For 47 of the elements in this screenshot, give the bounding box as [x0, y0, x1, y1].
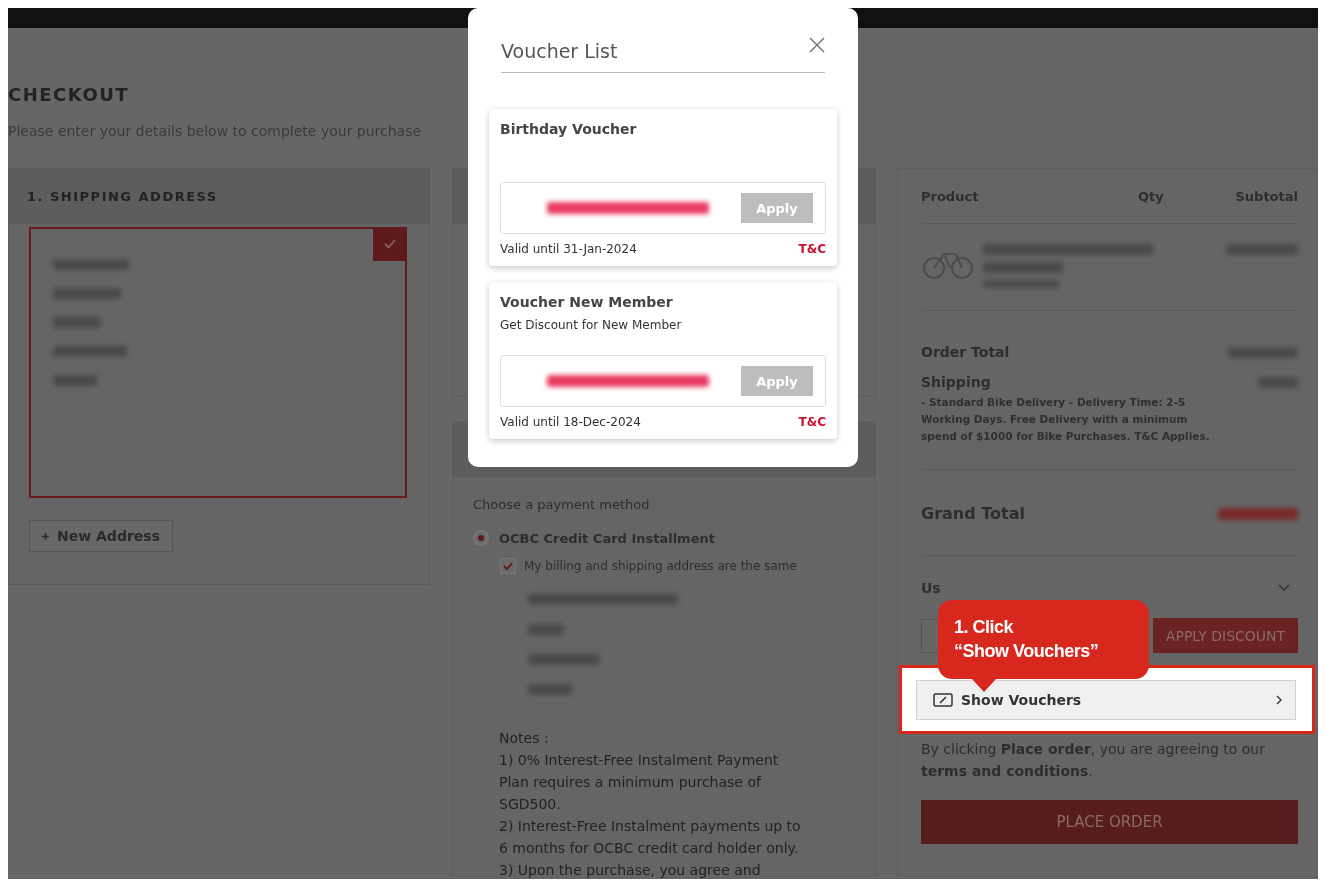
- blurred-text: [1258, 376, 1298, 388]
- promo-label: Us: [921, 580, 941, 596]
- chevron-down-icon: [1278, 584, 1290, 592]
- new-address-button[interactable]: New Address: [29, 520, 173, 552]
- order-total-label: Order Total: [921, 344, 1010, 360]
- notes-title: Notes :: [499, 729, 550, 748]
- blurred-text: [528, 654, 600, 665]
- agreement-text: By clicking Place order, you are agreeing to our terms and conditions.: [921, 740, 1266, 781]
- tooltip-tail: [972, 679, 996, 692]
- chevron-right-icon: [1275, 695, 1283, 705]
- blurred-text: [528, 624, 564, 635]
- address-card[interactable]: [29, 227, 407, 498]
- shipping-label: Shipping: [921, 374, 991, 390]
- blurred-text: [53, 288, 121, 299]
- radio-button[interactable]: [473, 530, 489, 546]
- voucher-name: Voucher New Member: [500, 294, 674, 310]
- check-icon: [373, 227, 407, 261]
- column-header: Qty: [1138, 188, 1165, 204]
- check-icon: [503, 562, 513, 570]
- payment-method-label: OCBC Credit Card Installment: [499, 530, 715, 546]
- grand-total-label: Grand Total: [921, 504, 1025, 523]
- checkbox-label: My billing and shipping address are the same: [524, 559, 797, 573]
- payment-prompt: Choose a payment method: [473, 497, 651, 512]
- plus-icon: [42, 532, 49, 540]
- validity-date: Valid until 31-Jan-2024: [500, 242, 637, 256]
- place-order-button[interactable]: PLACE ORDER: [921, 800, 1298, 844]
- blurred-text: [53, 317, 101, 328]
- validity-date: Valid until 18-Dec-2024: [500, 415, 641, 429]
- checkbox[interactable]: [500, 558, 516, 574]
- blurred-text: [1226, 244, 1298, 255]
- blurred-text: [528, 684, 572, 695]
- note-text: 3) Upon the purchase, you agree and: [499, 861, 762, 879]
- column-header: Subtotal: [1234, 188, 1298, 204]
- apply-discount-button[interactable]: APPLY DISCOUNT: [1153, 618, 1298, 653]
- tutorial-tooltip: 1. Click “Show Vouchers”: [938, 600, 1149, 679]
- column-header: Product: [921, 188, 980, 204]
- voucher-name: Birthday Voucher: [500, 121, 638, 137]
- note-text: 1) 0% Interest-Free Instalment Payment Plan requires a minimum purchase of SGD500.: [499, 751, 780, 814]
- note-text: 2) Interest-Free Instalment payments up to 6 months for OCBC credit card holder only.: [499, 817, 802, 858]
- blurred-text: [53, 375, 97, 386]
- voucher-description: Get Discount for New Member: [500, 318, 683, 332]
- voucher-icon: [933, 693, 953, 707]
- dialog-title: Voucher List: [501, 40, 618, 62]
- section-header: 1. SHIPPING ADDRESS: [9, 169, 429, 224]
- show-vouchers-button[interactable]: Show Vouchers: [916, 680, 1296, 720]
- blurred-text: [1228, 346, 1298, 358]
- page-title: CHECKOUT: [8, 84, 131, 105]
